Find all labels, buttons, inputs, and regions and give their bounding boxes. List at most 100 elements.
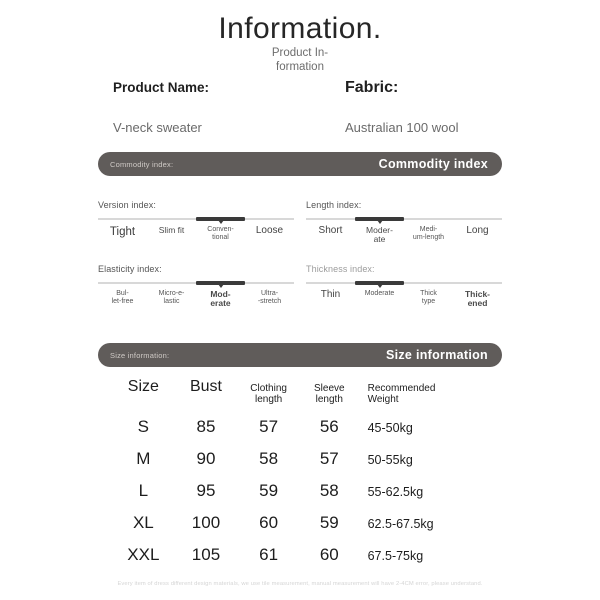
version-index-label: Version index: — [98, 200, 156, 210]
index-option-label: Slim fit — [158, 225, 185, 235]
table-row: XL 100 60 59 62.5-67.5kg — [113, 513, 488, 545]
index-option-label: Bul-let-free — [111, 290, 134, 305]
table-header-cell: Size — [127, 378, 159, 395]
table-row: L 95 59 58 55-62.5kg — [113, 481, 488, 513]
product-name-value: V-neck sweater — [113, 120, 202, 135]
index-segment[interactable] — [147, 218, 196, 220]
index-segment[interactable] — [306, 218, 355, 220]
index-option-label: Thin — [320, 289, 341, 300]
measurement-disclaimer: Every item of dress different design mat… — [117, 581, 483, 587]
table-cell: 85 — [196, 417, 216, 437]
table-cell: 55-62.5kg — [367, 485, 424, 500]
commodity-index-banner: Commodity index: Commodity index — [98, 152, 502, 176]
table-cell: 57 — [259, 417, 279, 437]
table-cell: 60 — [319, 545, 339, 565]
product-name-column: Product Name: — [113, 79, 345, 97]
table-cell: 62.5-67.5kg — [367, 517, 434, 532]
thickness-index-labels: Thin Moderate Thick type Thick-ened — [306, 289, 502, 309]
thickness-index-group: Thickness index: Thin Moderate Thick type Th… — [306, 264, 502, 308]
table-cell: 56 — [319, 417, 339, 437]
thickness-index-track[interactable] — [306, 281, 502, 288]
index-option-label: Conven-tional — [207, 226, 234, 241]
table-cell: XXL — [127, 545, 160, 565]
length-index-track[interactable] — [306, 217, 502, 224]
commodity-index-title: Commodity index — [378, 157, 488, 171]
table-row: M 90 58 57 50-55kg — [113, 449, 488, 481]
table-cell: M — [136, 449, 151, 469]
fabric-value-cell: Australian 100 wool — [345, 119, 513, 137]
fabric-value: Australian 100 wool — [345, 120, 459, 135]
table-header-cell: Bust — [189, 378, 222, 395]
index-option-label: Ultra- -stretch — [257, 290, 282, 305]
size-information-title: Size information — [385, 348, 488, 362]
index-option-label: Short — [318, 225, 343, 236]
index-segment[interactable] — [453, 282, 502, 284]
length-index-labels: Short Moder-ate Medi-um-length Long — [306, 225, 502, 245]
table-cell: 57 — [319, 449, 339, 469]
index-option-label: Loose — [255, 225, 284, 236]
table-cell: 58 — [319, 481, 339, 501]
fabric-label: Fabric: — [345, 79, 399, 96]
index-segment[interactable] — [98, 218, 147, 220]
elasticity-index-label: Elasticity index: — [98, 264, 162, 274]
index-option-label: Thick-ened — [464, 289, 491, 309]
index-segment[interactable] — [245, 218, 294, 220]
size-information-small-label: Size information: — [110, 350, 170, 360]
product-overview-values: V-neck sweater Australian 100 wool — [113, 119, 513, 137]
size-table: Size Bust Clothing length Sleeve length Recomm… — [113, 378, 488, 577]
index-option-label: Moder-ate — [366, 225, 393, 245]
table-header-cell: Clothing length — [250, 383, 287, 406]
table-cell: 59 — [259, 481, 279, 501]
commodity-index-small-label: Commodity index: — [110, 159, 174, 169]
table-cell: S — [137, 417, 149, 437]
table-cell: 95 — [196, 481, 216, 501]
elasticity-index-labels: Bul-let-free Micro-e-lastic Mod-erate Ultra… — [98, 289, 294, 309]
length-index-group: Length index: Short Moder-ate Medi-um-leng… — [306, 200, 502, 244]
table-cell: 50-55kg — [367, 453, 413, 468]
table-cell: 60 — [259, 513, 279, 533]
index-marker-icon — [376, 284, 383, 288]
page-subtitle: Product In-formation — [271, 47, 329, 73]
page-title: Information. — [218, 12, 382, 45]
table-cell: 100 — [191, 513, 221, 533]
table-header-cell: Sleeve length — [313, 383, 345, 406]
index-option-label: Micro-e-lastic — [158, 290, 185, 305]
index-option-label: Tight — [109, 226, 136, 238]
table-cell: 90 — [196, 449, 216, 469]
product-overview: Product Name: Fabric: V-neck sweater Aus… — [113, 79, 513, 137]
table-row: XXL 105 61 60 67.5-75kg — [113, 545, 488, 577]
index-marker-icon — [217, 220, 224, 224]
index-segment[interactable] — [98, 282, 147, 284]
table-cell: L — [138, 481, 149, 501]
elasticity-index-track[interactable] — [98, 281, 294, 288]
version-index-group: Version index: Tight Slim fit Conven-tiona… — [98, 200, 294, 241]
table-cell: 61 — [259, 545, 279, 565]
index-option-label: Long — [466, 225, 489, 236]
size-information-banner: Size information: Size information — [98, 343, 502, 367]
index-option-label: Thick type — [420, 290, 437, 305]
index-segment[interactable] — [404, 282, 453, 284]
index-option-label: Mod-erate — [210, 289, 231, 309]
version-index-track[interactable] — [98, 217, 294, 224]
table-cell: 59 — [319, 513, 339, 533]
product-overview-labels: Product Name: Fabric: — [113, 79, 513, 97]
thickness-index-label: Thickness index: — [306, 264, 375, 274]
product-name-value-cell: V-neck sweater — [113, 119, 345, 137]
index-segment[interactable] — [245, 282, 294, 284]
product-name-label: Product Name: — [113, 80, 210, 95]
index-segment[interactable] — [404, 218, 453, 220]
index-option-label: Medi-um-length — [412, 226, 445, 241]
table-cell: 67.5-75kg — [367, 549, 424, 564]
index-segment[interactable] — [306, 282, 355, 284]
title-block: Information. Product In-formation — [0, 0, 600, 75]
elasticity-index-group: Elasticity index: Bul-let-free Micro-e-la… — [98, 264, 294, 308]
index-segment[interactable] — [453, 218, 502, 220]
index-segment[interactable] — [147, 282, 196, 284]
fabric-column: Fabric: — [345, 79, 513, 97]
table-cell: 45-50kg — [367, 421, 413, 436]
index-marker-icon — [376, 220, 383, 224]
version-index-labels: Tight Slim fit Conven-tional Loose — [98, 225, 294, 241]
length-index-label: Length index: — [306, 200, 362, 210]
table-cell: 58 — [259, 449, 279, 469]
table-header-row: Size Bust Clothing length Sleeve length Recomm… — [113, 378, 488, 405]
